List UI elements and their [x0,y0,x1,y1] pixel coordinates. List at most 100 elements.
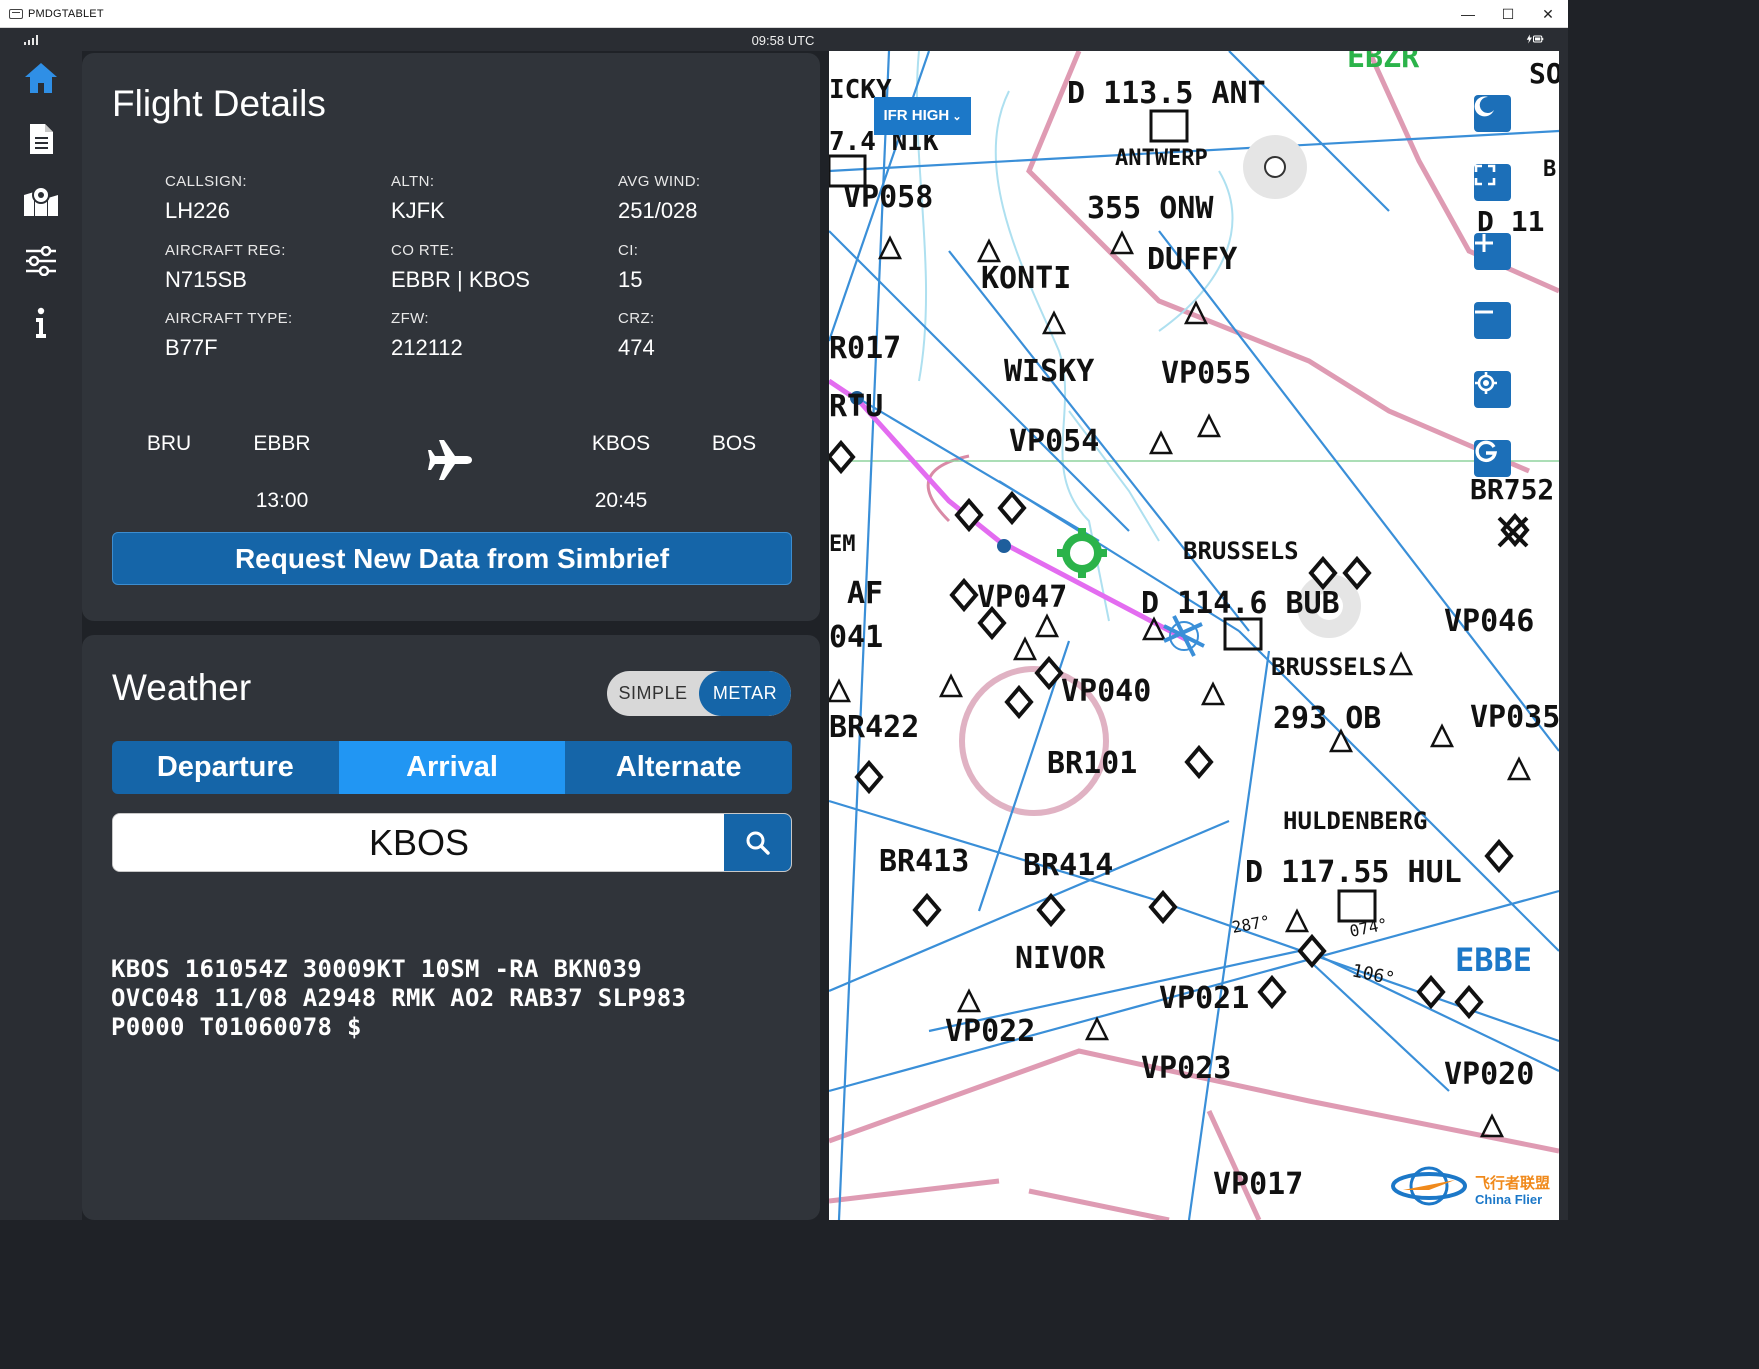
map-label-br422: BR422 [829,710,919,745]
chart-svg[interactable]: D 113.5 ANT ANTWERP 355 ONW VP058 KONTI … [829,51,1559,1220]
map-label-konti: KONTI [981,261,1071,296]
sidebar-nav [0,51,82,1220]
search-button[interactable] [724,814,791,871]
map-label-wisky: WISKY [1004,354,1094,389]
fullscreen-button[interactable] [1474,164,1511,201]
maximize-button[interactable]: ☐ [1488,0,1528,28]
expand-icon [1474,164,1496,186]
ifr-layer-button[interactable]: IFR HIGH ⌄ [874,97,971,135]
zfw-label: ZFW: [391,310,429,327]
google-layer-button[interactable] [1474,440,1511,477]
map-label-onw: 355 ONW [1087,191,1214,226]
aircraft-type-field: AIRCRAFT TYPE: B77F [165,310,385,361]
tab-departure[interactable]: Departure [112,741,339,794]
center-location-button[interactable] [1474,371,1511,408]
map-label-vp022: VP022 [945,1014,1035,1049]
ci-label: CI: [618,242,639,259]
crz-field: CRZ: 474 [618,310,838,361]
airport-search [112,813,792,872]
document-icon[interactable] [21,119,61,159]
app-icon [9,8,23,19]
co-rte-field: CO RTE: EBBR | KBOS [391,242,611,293]
map-label-vp021: VP021 [1159,981,1249,1016]
map-label-br101: BR101 [1047,746,1137,781]
map-label-b-right: B [1543,157,1556,182]
map-label-antwerp: ANTWERP [1115,146,1208,171]
callsign-label: CALLSIGN: [165,173,247,190]
ifr-chart-map[interactable]: D 113.5 ANT ANTWERP 355 ONW VP058 KONTI … [829,51,1559,1220]
status-bar: 09:58 UTC [0,28,1568,51]
zoom-out-button[interactable] [1474,302,1511,339]
map-label-nivor: NIVOR [1015,941,1106,976]
zoom-in-button[interactable] [1474,233,1511,270]
map-label-vp054: VP054 [1009,424,1099,459]
map-label-ob: 293 OB [1273,701,1381,736]
aircraft-type-value: B77F [165,335,218,360]
map-label-brussels1: BRUSSELS [1183,537,1299,565]
altn-field: ALTN: KJFK [391,173,611,224]
ci-value: 15 [618,267,643,292]
origin-iata: BRU [146,432,192,455]
map-label-ebbe: EBBE [1455,941,1532,979]
callsign-field: CALLSIGN: LH226 [165,173,385,224]
crosshair-icon [1475,372,1497,394]
map-label-ant: D 113.5 ANT [1067,76,1266,111]
watermark-en: China Flier [1475,1192,1543,1207]
window-title: PMDGTABLET [28,7,104,20]
close-button[interactable]: ✕ [1528,0,1568,28]
aircraft-reg-label: AIRCRAFT REG: [165,242,286,259]
map-frame-edge [1559,51,1568,1220]
moon-icon [1474,96,1494,117]
airplane-icon [426,436,474,484]
tab-alternate[interactable]: Alternate [565,741,792,794]
map-label-vp058: VP058 [843,180,933,215]
minimize-button[interactable]: — [1448,0,1488,28]
map-label-ebzr: EBZR [1347,51,1420,75]
map-label-vp055: VP055 [1161,356,1251,391]
co-rte-label: CO RTE: [391,242,455,259]
map-label-vp035: VP035 [1470,700,1559,735]
request-simbrief-button[interactable]: Request New Data from Simbrief [112,532,792,585]
altn-value: KJFK [391,198,445,223]
watermark-cn: 飞行者联盟 [1475,1175,1551,1192]
airport-search-input[interactable] [113,814,725,871]
map-label-041: 041 [829,620,883,655]
map-label-hul: D 117.55 HUL [1245,855,1462,890]
avg-wind-field: AVG WIND: 251/028 [618,173,838,224]
status-clock: 09:58 UTC [751,33,815,48]
map-label-brussels2: BRUSSELS [1271,653,1387,681]
map-label-106: 106° [1350,960,1397,990]
avg-wind-label: AVG WIND: [618,173,701,190]
weather-mode-toggle[interactable]: SIMPLE METAR [607,671,791,716]
altn-label: ALTN: [391,173,435,190]
dest-icao: KBOS [591,432,651,455]
settings-sliders-icon[interactable] [21,241,61,281]
night-mode-button[interactable] [1474,95,1511,132]
aircraft-reg-field: AIRCRAFT REG: N715SB [165,242,385,293]
tab-arrival[interactable]: Arrival [338,741,566,794]
avg-wind-value: 251/028 [618,198,698,223]
crz-label: CRZ: [618,310,655,327]
weather-card: Weather SIMPLE METAR Departure Arrival A… [82,635,820,1220]
zfw-value: 212112 [391,335,463,360]
home-icon[interactable] [21,58,61,98]
window-titlebar: PMDGTABLET — ☐ ✕ [0,0,1568,28]
map-label-br413: BR413 [879,844,969,879]
toggle-simple[interactable]: SIMPLE [607,671,699,716]
map-label-br752: BR752 [1470,473,1554,506]
map-label-vp047: VP047 [977,580,1067,615]
info-icon[interactable] [21,303,61,343]
departure-time: 13:00 [255,489,309,512]
battery-charging-icon [1526,34,1544,44]
watermark-logo: 飞行者联盟 China Flier [1389,1156,1559,1216]
co-rte-value: EBBR | KBOS [391,267,530,292]
dest-iata: BOS [711,432,757,455]
map-marker-icon[interactable] [21,181,61,221]
flight-details-card: Flight Details CALLSIGN: LH226 ALTN: KJF… [82,53,820,621]
search-icon [746,831,770,855]
toggle-metar[interactable]: METAR [699,671,791,716]
map-label-so: SO [1529,57,1559,90]
map-label-bub: D 114.6 BUB [1141,586,1340,621]
plus-icon [1475,234,1493,252]
map-label-duffy: DUFFY [1147,242,1237,277]
